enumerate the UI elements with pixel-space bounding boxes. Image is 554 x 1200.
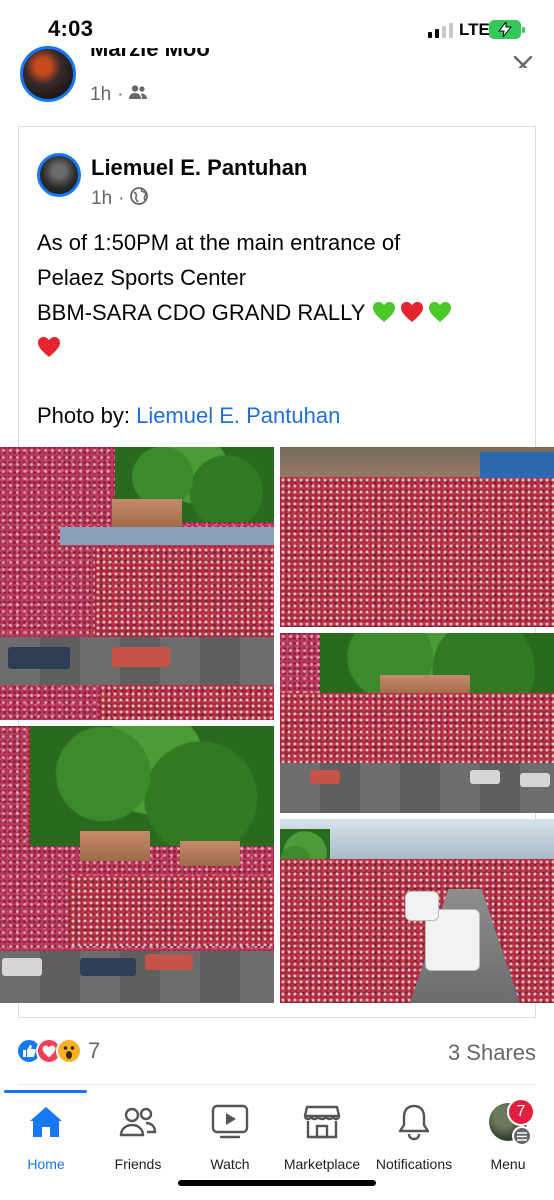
post-text: As of 1:50PM at the main entrance of Pel…: [37, 225, 517, 365]
notification-badge: 7: [507, 1098, 535, 1126]
post-text-line: BBM-SARA CDO GRAND RALLY: [37, 295, 517, 330]
signal-strength-icon: [428, 22, 453, 38]
outer-post-time: 1h: [90, 84, 112, 105]
green-heart-icon: [372, 300, 400, 325]
outer-author-name[interactable]: Marzie Moo: [90, 48, 210, 70]
post-text-rally: BBM-SARA CDO GRAND RALLY: [37, 300, 366, 325]
tab-marketplace[interactable]: Marketplace: [276, 1102, 368, 1182]
tab-label: Watch: [210, 1156, 250, 1172]
shared-author-avatar[interactable]: [37, 153, 81, 197]
watch-icon: [210, 1102, 250, 1142]
battery-charging-icon: [489, 20, 525, 39]
photo-aerial-crowd-road[interactable]: [280, 633, 554, 813]
shared-post-meta: 1h ·: [91, 187, 149, 211]
tab-label: Friends: [114, 1156, 162, 1172]
friends-audience-icon: [129, 84, 148, 106]
tab-friends[interactable]: Friends: [92, 1102, 184, 1182]
post-text-line: [37, 330, 517, 365]
status-time: 4:03: [48, 16, 94, 41]
post-text-line: Pelaez Sports Center: [37, 265, 247, 290]
tab-home[interactable]: Home: [0, 1102, 92, 1182]
shares-count[interactable]: 3 Shares: [448, 1040, 536, 1066]
meta-separator: ·: [118, 188, 125, 209]
meta-separator: ·: [117, 84, 124, 105]
green-heart-icon: [428, 300, 456, 325]
shared-author-name[interactable]: Liemuel E. Pantuhan: [91, 155, 307, 181]
shared-post-time: 1h: [91, 188, 113, 209]
tab-label: Menu: [490, 1156, 526, 1172]
photo-street-crowd-white-van[interactable]: [280, 819, 554, 1003]
tab-label: Home: [27, 1156, 65, 1172]
post-text-line: As of 1:50PM at the main entrance of: [37, 230, 401, 255]
bell-icon: [394, 1102, 434, 1142]
tab-label: Notifications: [375, 1156, 453, 1172]
home-indicator: [178, 1180, 376, 1186]
network-type: LTE: [459, 20, 490, 39]
status-bar: 4:03 LTE: [0, 0, 554, 60]
wow-reaction-icon: [56, 1038, 82, 1064]
globe-public-icon: [130, 187, 149, 211]
reactions-summary[interactable]: 7: [16, 1038, 100, 1064]
tab-watch[interactable]: Watch: [184, 1102, 276, 1182]
photo-street-crowd-red-shirts[interactable]: [280, 447, 554, 627]
photo-credit-link[interactable]: Liemuel E. Pantuhan: [136, 403, 340, 428]
tab-label: Marketplace: [283, 1156, 361, 1172]
divider: [18, 1084, 536, 1085]
outer-post-meta: 1h ·: [90, 84, 148, 106]
photo-aerial-crowd-street[interactable]: [0, 447, 274, 720]
active-tab-indicator: [4, 1090, 87, 1093]
photo-credit-label: Photo by:: [37, 403, 137, 428]
close-icon[interactable]: [512, 54, 534, 68]
outer-author-avatar[interactable]: [20, 46, 76, 102]
photo-credit: Photo by: Liemuel E. Pantuhan: [37, 403, 340, 429]
photo-aerial-crowd-trees[interactable]: [0, 726, 274, 1003]
tab-notifications[interactable]: Notifications: [368, 1102, 460, 1182]
red-heart-icon: [400, 300, 428, 325]
photo-grid: [0, 447, 554, 1003]
friends-icon: [118, 1102, 158, 1142]
hamburger-icon: [512, 1126, 532, 1146]
reaction-count: 7: [88, 1038, 101, 1063]
home-icon: [26, 1102, 66, 1142]
red-heart-icon: [37, 335, 65, 360]
marketplace-icon: [302, 1102, 342, 1142]
